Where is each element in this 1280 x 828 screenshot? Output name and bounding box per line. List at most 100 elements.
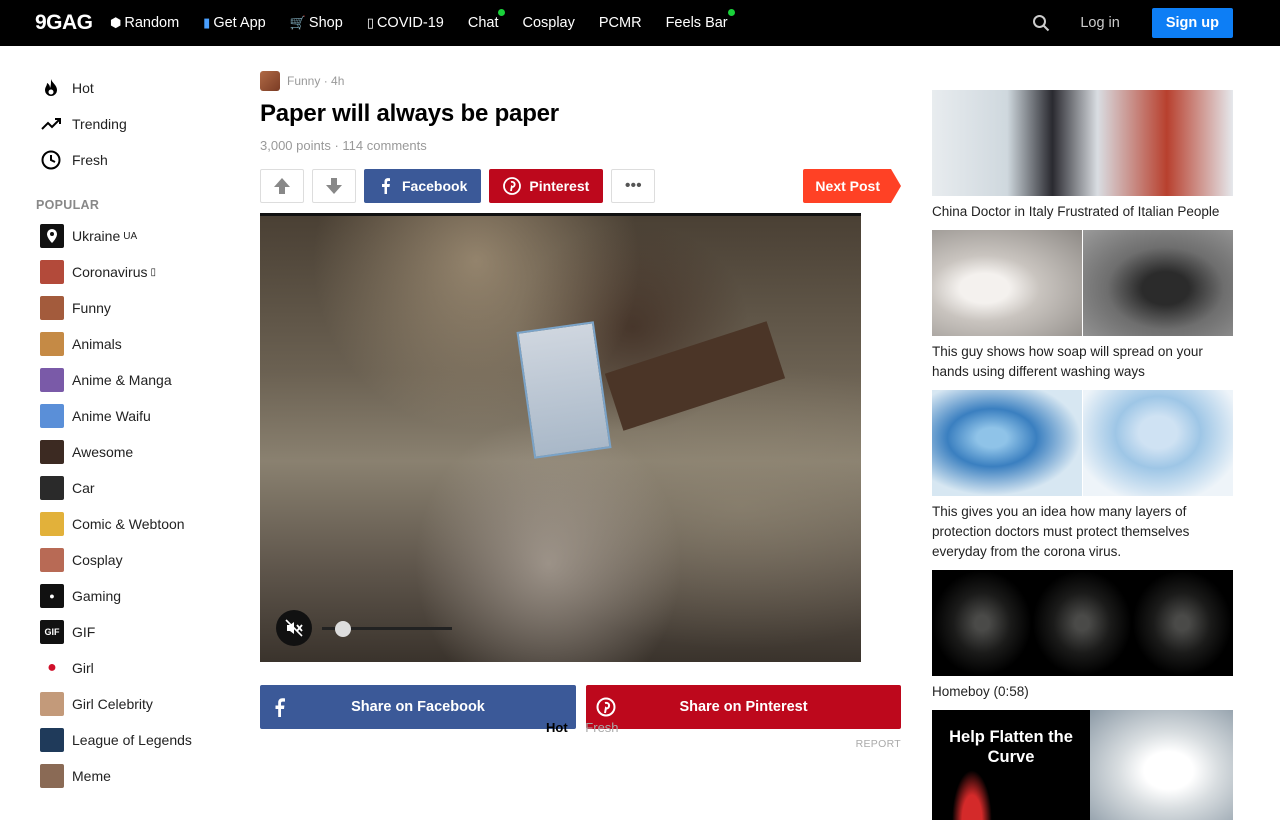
- featured-card[interactable]: Homeboy (0:58): [932, 570, 1233, 702]
- awesome-icon: [40, 440, 64, 464]
- sidebar-item-trending[interactable]: Trending: [40, 106, 230, 142]
- post-video[interactable]: [260, 213, 861, 662]
- downvote-button[interactable]: [312, 169, 356, 203]
- sidebar-item-animals[interactable]: Animals: [40, 326, 230, 362]
- site-logo[interactable]: 9GAG: [35, 11, 93, 35]
- girl-celebrity-icon: [40, 692, 64, 716]
- downvote-icon: [324, 176, 344, 196]
- featured-thumbnail[interactable]: [932, 390, 1233, 496]
- featured-thumbnail[interactable]: [932, 570, 1233, 676]
- post-age: 4h: [331, 74, 344, 88]
- sidebar-item-meme[interactable]: Meme: [40, 758, 230, 794]
- trending-icon: [40, 113, 62, 135]
- upvote-button[interactable]: [260, 169, 304, 203]
- featured-column: China Doctor in Italy Frustrated of Ital…: [932, 90, 1233, 828]
- dark-mode-icon[interactable]: [994, 15, 1010, 31]
- nav-covid[interactable]: ▯ COVID-19: [367, 15, 444, 31]
- share-pinterest-label: Share on Pinterest: [586, 699, 901, 715]
- sidebar-item-girl[interactable]: ● Girl: [40, 650, 230, 686]
- facebook-label: Facebook: [402, 178, 467, 194]
- post-container: Funny · 4h Paper will always be paper 3,…: [260, 70, 901, 750]
- nav-chat[interactable]: Chat: [468, 15, 499, 31]
- pinterest-icon: [503, 177, 521, 195]
- tab-fresh[interactable]: Fresh: [585, 720, 618, 735]
- featured-card[interactable]: China Doctor in Italy Frustrated of Ital…: [932, 90, 1233, 222]
- featured-card[interactable]: This gives you an idea how many layers o…: [932, 390, 1233, 562]
- animals-icon: [40, 332, 64, 356]
- curve-graphic: [952, 770, 992, 820]
- nav-random-label: Random: [124, 15, 179, 31]
- featured-thumbnail[interactable]: Help Flatten the Curve: [932, 710, 1233, 820]
- gif-icon: GIF: [40, 620, 64, 644]
- share-on-facebook-button[interactable]: Share on Facebook: [260, 685, 576, 729]
- featured-title[interactable]: Homeboy (0:58): [932, 682, 1233, 702]
- post-stats: 3,000 points · 114 comments: [260, 138, 901, 153]
- sidebar-item-label: GIF: [72, 624, 95, 640]
- muted-speaker-icon: [284, 618, 304, 638]
- nav-pcmr-label: PCMR: [599, 15, 642, 31]
- nav-get-app[interactable]: ▮ Get App: [203, 15, 266, 31]
- girl-icon: ●: [40, 656, 64, 680]
- post-points[interactable]: 3,000 points: [260, 138, 331, 153]
- sidebar-item-anime-manga[interactable]: Anime & Manga: [40, 362, 230, 398]
- sidebar-item-fresh[interactable]: Fresh: [40, 142, 230, 178]
- video-progress-knob[interactable]: [335, 621, 351, 637]
- featured-card[interactable]: This guy shows how soap will spread on y…: [932, 230, 1233, 382]
- sidebar-item-comic-webtoon[interactable]: Comic & Webtoon: [40, 506, 230, 542]
- sidebar-item-car[interactable]: Car: [40, 470, 230, 506]
- nav-random[interactable]: ⬢ Random: [110, 15, 179, 31]
- share-on-pinterest-button[interactable]: Share on Pinterest: [586, 685, 901, 729]
- section-avatar[interactable]: [260, 71, 280, 91]
- video-frame-book: [516, 321, 611, 459]
- search-icon[interactable]: [1032, 14, 1050, 32]
- featured-title[interactable]: This gives you an idea how many layers o…: [932, 502, 1233, 562]
- facebook-share-button[interactable]: Facebook: [364, 169, 481, 203]
- nav-cosplay[interactable]: Cosplay: [522, 15, 574, 31]
- login-link[interactable]: Log in: [1080, 15, 1120, 31]
- pinterest-icon: [596, 697, 616, 717]
- post-title: Paper will always be paper: [260, 100, 901, 128]
- sidebar-item-label: Trending: [72, 116, 127, 132]
- sidebar-item-gaming[interactable]: ● Gaming: [40, 578, 230, 614]
- nav-feels-bar[interactable]: Feels Bar: [666, 15, 728, 31]
- virus-icon: ▯: [367, 15, 374, 31]
- post-section-link[interactable]: Funny: [287, 74, 320, 88]
- facebook-icon: [378, 178, 392, 194]
- sidebar-item-coronavirus[interactable]: Coronavirus▯: [40, 254, 230, 290]
- sidebar-item-label: Cosplay: [72, 552, 123, 568]
- sidebar-item-ukraine[interactable]: UkraineUA: [40, 218, 230, 254]
- sidebar-item-funny[interactable]: Funny: [40, 290, 230, 326]
- more-options-button[interactable]: •••: [611, 169, 655, 203]
- meta-separator: ·: [320, 74, 331, 88]
- comment-sort-tabs: Hot Fresh: [546, 720, 619, 735]
- anime-manga-icon: [40, 368, 64, 392]
- featured-thumbnail[interactable]: [932, 230, 1233, 336]
- signup-button[interactable]: Sign up: [1152, 8, 1233, 38]
- post-comments-link[interactable]: 114 comments: [342, 138, 426, 153]
- nav-pcmr[interactable]: PCMR: [599, 15, 642, 31]
- featured-thumbnail[interactable]: [932, 90, 1233, 196]
- report-link[interactable]: REPORT: [260, 738, 901, 750]
- featured-title[interactable]: China Doctor in Italy Frustrated of Ital…: [932, 202, 1233, 222]
- sidebar-item-gif[interactable]: GIF GIF: [40, 614, 230, 650]
- pinterest-share-button[interactable]: Pinterest: [489, 169, 603, 203]
- featured-card[interactable]: Help Flatten the Curve: [932, 710, 1233, 820]
- sidebar-item-label: Anime Waifu: [72, 408, 151, 424]
- nav-shop[interactable]: 🛒 Shop: [290, 15, 343, 31]
- tab-hot[interactable]: Hot: [546, 720, 568, 735]
- mute-button[interactable]: [276, 610, 312, 646]
- featured-title[interactable]: This guy shows how soap will spread on y…: [932, 342, 1233, 382]
- phone-icon: ▮: [203, 15, 210, 31]
- sidebar-item-girl-celebrity[interactable]: Girl Celebrity: [40, 686, 230, 722]
- sidebar-item-label: Funny: [72, 300, 111, 316]
- sidebar-item-awesome[interactable]: Awesome: [40, 434, 230, 470]
- sidebar-item-league-of-legends[interactable]: League of Legends: [40, 722, 230, 758]
- pinterest-label: Pinterest: [529, 178, 589, 194]
- next-post-button[interactable]: Next Post: [803, 169, 891, 203]
- sidebar-item-label: Coronavirus: [72, 264, 147, 280]
- sidebar-item-anime-waifu[interactable]: Anime Waifu: [40, 398, 230, 434]
- sidebar-item-label: Meme: [72, 768, 111, 784]
- sidebar-item-label: Gaming: [72, 588, 121, 604]
- sidebar-item-hot[interactable]: Hot: [40, 70, 230, 106]
- sidebar-item-cosplay[interactable]: Cosplay: [40, 542, 230, 578]
